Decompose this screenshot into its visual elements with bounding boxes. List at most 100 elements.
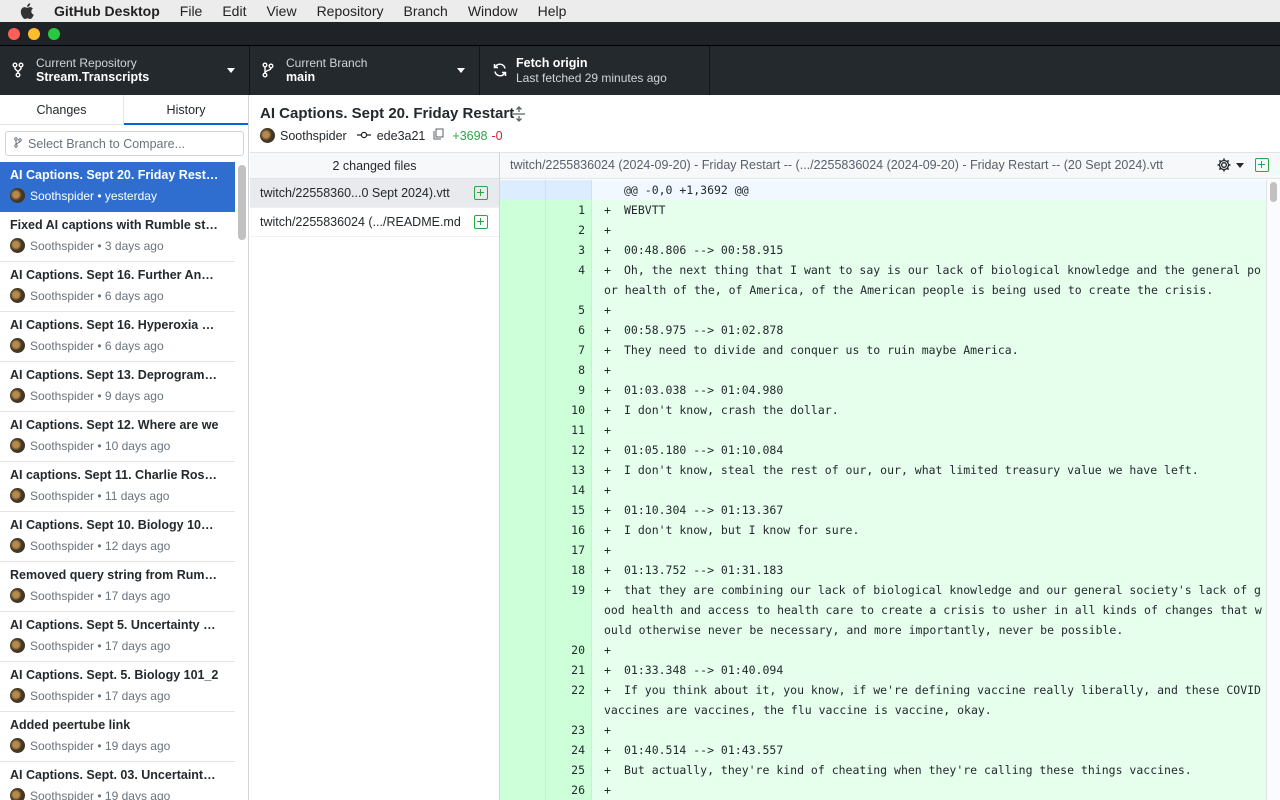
tab-history[interactable]: History bbox=[124, 95, 248, 125]
line-number: 24 bbox=[546, 740, 592, 760]
added-marker: + bbox=[604, 263, 611, 277]
added-marker: + bbox=[604, 403, 611, 417]
commit-date: 17 days ago bbox=[104, 588, 171, 603]
added-marker: + bbox=[604, 243, 611, 257]
branch-compare-input[interactable]: Select Branch to Compare... bbox=[5, 131, 244, 156]
avatar bbox=[10, 288, 25, 303]
expand-icon[interactable] bbox=[512, 106, 526, 122]
list-item[interactable]: Added peertube link Soothspider • 19 day… bbox=[0, 712, 235, 762]
hunk-text: @@ -0,0 +1,3692 @@ bbox=[592, 180, 1266, 200]
commit-date: 19 days ago bbox=[104, 788, 171, 800]
apple-icon[interactable] bbox=[20, 3, 34, 19]
line-text: WEBVTT bbox=[624, 203, 666, 217]
scroll-thumb[interactable] bbox=[1270, 182, 1277, 202]
menu-help[interactable]: Help bbox=[538, 3, 567, 19]
current-branch-button[interactable]: Current Branch main bbox=[250, 46, 480, 95]
page-title: AI Captions. Sept 20. Friday Restart bbox=[260, 105, 515, 122]
list-item[interactable]: AI Captions. Sept 16. Further Analysis S… bbox=[0, 262, 235, 312]
current-repository-button[interactable]: Current Repository Stream.Transcripts bbox=[0, 46, 250, 95]
minimize-window-button[interactable] bbox=[28, 28, 40, 40]
list-item[interactable]: AI Captions. Sept 16. Hyperoxia Journal … bbox=[0, 312, 235, 362]
list-item[interactable]: Fixed AI captions with Rumble stream Soo… bbox=[0, 212, 235, 262]
line-text: 01:13.752 --> 01:31.183 bbox=[624, 563, 784, 577]
diff-line: 23 + bbox=[500, 720, 1266, 740]
commit-title: Added peertube link bbox=[10, 718, 131, 732]
commit-date: yesterday bbox=[104, 188, 157, 203]
diff-line: 1 + WEBVTT bbox=[500, 200, 1266, 220]
gear-icon[interactable] bbox=[1216, 157, 1232, 173]
close-window-button[interactable] bbox=[8, 28, 20, 40]
line-number: 17 bbox=[546, 540, 592, 560]
added-marker: + bbox=[604, 743, 611, 757]
added-marker: + bbox=[604, 503, 611, 517]
file-item[interactable]: twitch/2255836024 (.../README.md bbox=[250, 208, 499, 237]
added-marker: + bbox=[604, 343, 611, 357]
commit-date: 6 days ago bbox=[104, 288, 164, 303]
avatar bbox=[10, 238, 25, 253]
fetch-origin-button[interactable]: Fetch origin Last fetched 29 minutes ago bbox=[480, 46, 710, 95]
avatar bbox=[10, 188, 25, 203]
tab-changes[interactable]: Changes bbox=[0, 95, 124, 124]
diff-line: 3 +00:48.806 --> 00:58.915 bbox=[500, 240, 1266, 260]
commit-meta: Soothspider ede3a21 +3698 -0 bbox=[260, 128, 503, 143]
diff-line: 20 + bbox=[500, 640, 1266, 660]
list-item[interactable]: AI Captions. Sept 5. Uncertainty Princip… bbox=[0, 612, 235, 662]
list-item[interactable]: AI Captions. Sept. 5. Biology 101_2 Soot… bbox=[0, 662, 235, 712]
line-number: 15 bbox=[546, 500, 592, 520]
list-item[interactable]: AI captions. Sept 11. Charlie Rose Inter… bbox=[0, 462, 235, 512]
added-marker: + bbox=[604, 463, 611, 477]
commit-date: 10 days ago bbox=[104, 438, 171, 453]
menu-branch[interactable]: Branch bbox=[403, 3, 447, 19]
file-item[interactable]: twitch/22558360...0 Sept 2024).vtt bbox=[250, 179, 499, 208]
diff-line: 22 + If you think about it, you know, if w… bbox=[500, 680, 1266, 720]
commit-title: Fixed AI captions with Rumble stream bbox=[10, 218, 220, 232]
menu-file[interactable]: File bbox=[180, 3, 203, 19]
list-item[interactable]: AI Captions. Sept 10. Biology 101 Part S… bbox=[0, 512, 235, 562]
sync-icon bbox=[492, 62, 508, 78]
line-number: 26 bbox=[546, 780, 592, 800]
list-item[interactable]: Removed query string from Rumble links S… bbox=[0, 562, 235, 612]
diff-line: 13 + I don't know, steal the rest of our, … bbox=[500, 460, 1266, 480]
diff-line: 15 +01:10.304 --> 01:13.367 bbox=[500, 500, 1266, 520]
line-number: 13 bbox=[546, 460, 592, 480]
diff-scrollbar[interactable] bbox=[1266, 180, 1280, 800]
menu-view[interactable]: View bbox=[266, 3, 296, 19]
line-text: 01:05.180 --> 01:10.084 bbox=[624, 443, 784, 457]
file-path: twitch/22558360...0 Sept 2024).vtt bbox=[260, 186, 450, 200]
added-marker: + bbox=[604, 583, 611, 597]
added-marker: + bbox=[604, 643, 611, 657]
chevron-down-icon[interactable] bbox=[1236, 163, 1244, 168]
diff-line: 10 + I don't know, crash the dollar. bbox=[500, 400, 1266, 420]
line-number: 1 bbox=[546, 200, 592, 220]
line-number: 3 bbox=[546, 240, 592, 260]
commit-title: AI Captions. Sept 20. Friday Restart bbox=[10, 168, 220, 182]
commit-date: 11 days ago bbox=[104, 488, 170, 503]
menu-edit[interactable]: Edit bbox=[222, 3, 246, 19]
sidebar-scrollbar[interactable] bbox=[238, 165, 246, 240]
commit-date: 19 days ago bbox=[104, 738, 171, 753]
list-item[interactable]: AI Captions. Sept 12. Where are we Sooth… bbox=[0, 412, 235, 462]
list-item[interactable]: AI Captions. Sept 13. Deprogramming Soot… bbox=[0, 362, 235, 412]
last-fetched-text: Last fetched 29 minutes ago bbox=[516, 71, 667, 85]
commit-date: 17 days ago bbox=[104, 638, 171, 653]
repository-label: Current Repository bbox=[36, 56, 137, 70]
commit-title: AI Captions. Sept 5. Uncertainty Princip… bbox=[10, 618, 220, 632]
commit-author: Soothspider bbox=[30, 188, 95, 203]
list-item[interactable]: AI Captions. Sept 20. Friday Restart Soo… bbox=[0, 162, 235, 212]
line-text: 01:40.514 --> 01:43.557 bbox=[624, 743, 784, 757]
diff-line: 8 + bbox=[500, 360, 1266, 380]
commit-author: Soothspider bbox=[30, 788, 95, 800]
line-number: 19 bbox=[546, 580, 592, 640]
menu-app-name[interactable]: GitHub Desktop bbox=[54, 3, 160, 19]
menu-window[interactable]: Window bbox=[468, 3, 518, 19]
list-item[interactable]: AI Captions. Sept. 03. Uncertainty Princ… bbox=[0, 762, 235, 800]
avatar bbox=[10, 788, 25, 800]
line-number: 9 bbox=[546, 380, 592, 400]
commit-author: Soothspider bbox=[30, 338, 95, 353]
line-number: 22 bbox=[546, 680, 592, 720]
commit-title: AI captions. Sept 11. Charlie Rose Inter… bbox=[10, 468, 220, 482]
copy-icon[interactable] bbox=[433, 128, 444, 143]
zoom-window-button[interactable] bbox=[48, 28, 60, 40]
commit-title: AI Captions. Sept. 03. Uncertainty Princ… bbox=[10, 768, 220, 782]
menu-repository[interactable]: Repository bbox=[317, 3, 384, 19]
